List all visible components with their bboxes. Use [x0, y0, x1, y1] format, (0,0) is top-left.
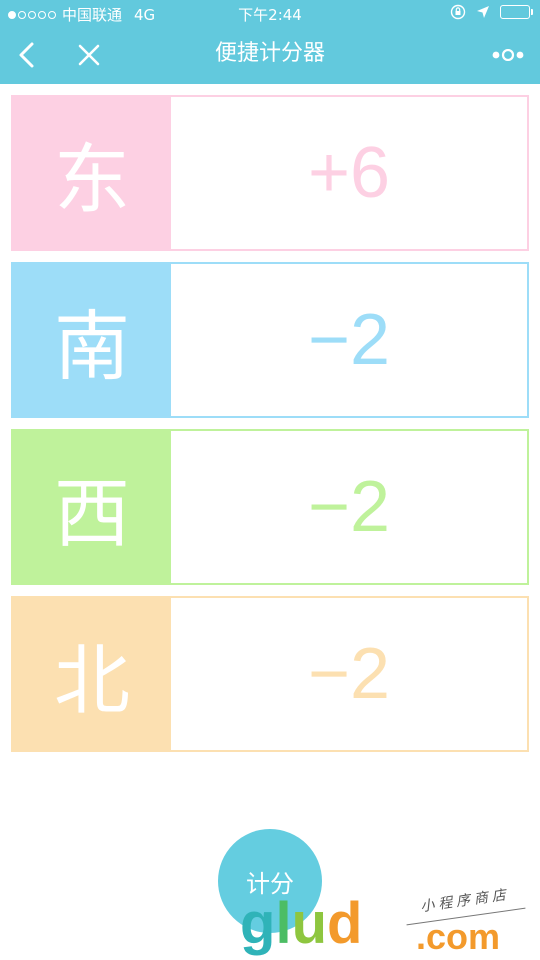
nav-bar: 便捷计分器	[0, 28, 540, 84]
score-value: −2	[307, 467, 391, 547]
score-value: −2	[307, 634, 391, 714]
more-button[interactable]	[486, 38, 530, 72]
score-row-east[interactable]: 东 +6	[11, 95, 529, 251]
status-bar: 中国联通 4G 下午2:44	[0, 0, 540, 28]
watermark-domain: .com	[416, 916, 501, 957]
score-row-north[interactable]: 北 −2	[11, 596, 529, 752]
direction-label: 东	[13, 97, 171, 249]
orientation-lock-icon	[450, 4, 466, 20]
status-right	[450, 4, 533, 20]
score-value: +6	[307, 133, 391, 213]
score-value: −2	[307, 300, 391, 380]
direction-label: 西	[13, 431, 171, 583]
direction-label: 北	[13, 598, 171, 750]
score-row-west[interactable]: 西 −2	[11, 429, 529, 585]
direction-label: 南	[13, 264, 171, 416]
battery-icon	[500, 5, 533, 19]
watermark-logo: glud 小程序商店 .com	[238, 887, 540, 960]
score-row-south[interactable]: 南 −2	[11, 262, 529, 418]
more-dots-icon	[492, 49, 524, 61]
location-arrow-icon	[477, 6, 489, 18]
page-title: 便捷计分器	[214, 41, 325, 66]
watermark-brand: glud	[240, 891, 363, 956]
